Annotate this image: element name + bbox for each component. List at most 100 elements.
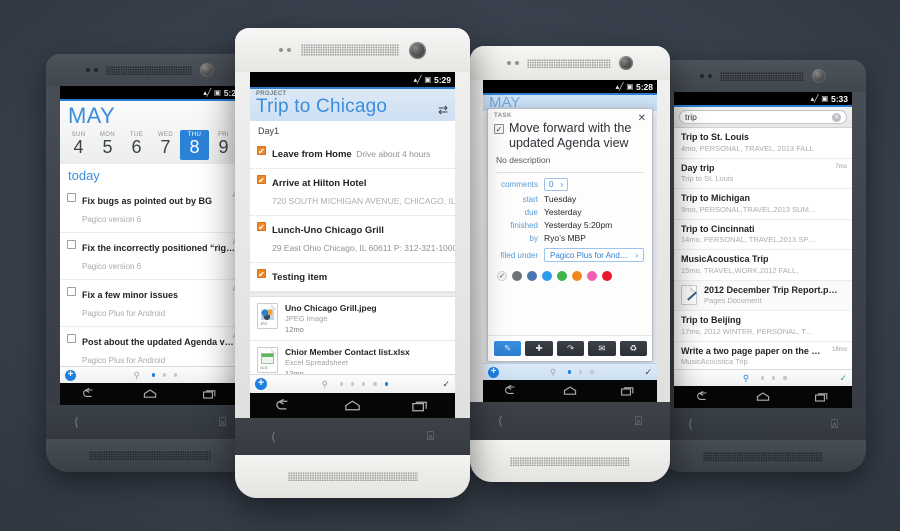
close-icon[interactable]: ✕ (638, 113, 646, 124)
table-row[interactable]: Lunch-Uno Chicago Grill 29 East Ohio Chi… (250, 215, 455, 263)
page-dot[interactable] (151, 373, 156, 377)
day-strip[interactable]: SUN 4 MON 5 TUE 6 WED 7 THU 8 FRI 9 (60, 127, 240, 164)
table-row[interactable]: Arrive at Hilton Hotel 720 SOUTH MICHIGA… (250, 168, 455, 216)
page-dot[interactable] (772, 376, 776, 380)
trash-icon[interactable]: ♻ (619, 341, 648, 356)
page-dot[interactable] (362, 382, 366, 386)
swatch-blue[interactable] (542, 270, 552, 281)
page-dot[interactable] (783, 376, 787, 380)
list-item[interactable]: MusicAcoustica Trip 15mo, TRAVEL,WORK,20… (674, 250, 852, 281)
back-chevron-icon[interactable]: ⟨ (271, 430, 276, 444)
search-value: trip (685, 112, 697, 122)
comments-count-pill[interactable]: 0 › (544, 178, 569, 191)
page-dot[interactable] (384, 382, 388, 386)
page-dot[interactable] (339, 382, 344, 386)
file-row[interactable]: JPG Uno Chicago Grill.jpeg JPEG Image 12… (250, 296, 455, 341)
task-checkbox[interactable] (257, 221, 266, 231)
page-dot[interactable] (761, 376, 765, 380)
list-item[interactable]: Trip to Beijing 17mo, 2012 WINTER, PERSO… (674, 311, 852, 342)
table-row[interactable]: Fix bugs as pointed out by BG Pagico ver… (60, 185, 240, 233)
task-subtitle: Pagico version 6 (82, 261, 142, 271)
recents-icon (412, 401, 428, 411)
task-checkbox[interactable] (257, 145, 266, 155)
result-title: Trip to Michigan (681, 193, 750, 203)
day-cell[interactable]: MON 5 (93, 130, 122, 160)
field-comments[interactable]: comments 0 › (488, 177, 652, 193)
swatch-no-color[interactable]: ✓ (497, 270, 507, 281)
list-item-file[interactable]: 2012 December Trip Report.pages Pages Do… (674, 280, 852, 311)
check-icon[interactable]: ✓ (442, 379, 450, 390)
swatch-green[interactable] (557, 270, 567, 281)
page-dot[interactable] (590, 370, 594, 374)
result-subtitle: 17mo, 2012 WINTER, PERSONAL, T… (681, 326, 814, 336)
task-checkbox[interactable] (67, 333, 76, 343)
home-outline-icon[interactable]: ⍓ (219, 415, 226, 430)
day-cell[interactable]: FRI 9 (209, 130, 238, 160)
list-item[interactable]: Day trip Trip to St. Louis 7mo (674, 158, 852, 189)
page-dot[interactable] (174, 373, 178, 377)
back-chevron-icon[interactable]: ⟨ (498, 414, 503, 428)
list-item[interactable]: Trip to Cincinnati 14mo, PERSONAL, TRAVE… (674, 219, 852, 250)
swatch-red[interactable] (602, 270, 612, 281)
check-icon[interactable]: ✓ (839, 373, 847, 384)
swatch-pink[interactable] (587, 270, 597, 281)
swatch-orange[interactable] (572, 270, 582, 281)
day-cell[interactable]: SUN 4 (64, 130, 93, 160)
add-button[interactable]: + (488, 366, 499, 378)
search-icon[interactable]: ⚲ (134, 370, 140, 381)
search-input[interactable]: trip ✕ (679, 110, 847, 124)
shuffle-icon[interactable]: ⇄ (438, 103, 448, 117)
back-chevron-icon[interactable]: ⟨ (688, 417, 693, 431)
field-by: by Ryo’s MBP (488, 232, 652, 245)
field-value: Ryo’s MBP (544, 233, 586, 243)
page-dot[interactable] (579, 370, 583, 374)
day-cell[interactable]: WED 7 (151, 130, 180, 160)
task-checkbox[interactable] (257, 268, 266, 278)
list-item[interactable]: Trip to St. Louis 4mo, PERSONAL, TRAVEL,… (674, 128, 852, 159)
swatch-steel-blue[interactable] (527, 270, 537, 281)
page-dot[interactable] (568, 370, 572, 374)
task-checkbox[interactable] (67, 286, 76, 296)
task-checkbox[interactable] (67, 239, 76, 249)
field-filed-under[interactable]: filed under Pagico Plus for And… › (488, 247, 652, 264)
day-cell-selected[interactable]: THU 8 (180, 130, 209, 160)
email-icon[interactable]: ✉ (588, 341, 616, 356)
table-row[interactable]: Fix the incorrectly positioned “rig… Pag… (60, 232, 240, 280)
back-chevron-icon[interactable]: ⟨ (74, 415, 79, 429)
add-task-icon[interactable]: ✚ (525, 341, 553, 356)
page-dot[interactable] (163, 373, 167, 377)
clear-icon[interactable]: ✕ (832, 112, 841, 122)
add-button[interactable]: + (65, 369, 76, 381)
color-swatches[interactable]: ✓ (488, 264, 652, 287)
day-number: 4 (73, 137, 84, 157)
search-icon[interactable]: ⚲ (322, 379, 328, 390)
home-outline-icon[interactable]: ⍓ (427, 429, 434, 444)
recents-icon (203, 390, 216, 399)
swatch-gray[interactable] (512, 270, 522, 281)
list-item[interactable]: Write a two page paper on the Bei… Music… (674, 341, 852, 372)
search-icon[interactable]: ⚲ (550, 367, 556, 378)
move-icon[interactable]: ↷ (556, 341, 585, 356)
table-row[interactable]: Testing item (250, 262, 455, 292)
page-dot[interactable] (373, 382, 377, 386)
check-icon[interactable]: ✓ (644, 367, 652, 378)
add-button[interactable]: + (255, 378, 267, 390)
task-checkbox[interactable] (67, 192, 76, 202)
task-detail-dialog: TASK ✕ ✓ Move forward with the updated A… (487, 108, 653, 362)
pages-file-icon (681, 284, 697, 305)
task-checkbox[interactable]: ✓ (494, 124, 504, 134)
home-outline-icon[interactable]: ⍓ (635, 414, 642, 429)
task-title: Arrive at Hilton Hotel (272, 177, 367, 189)
list-item[interactable]: Trip to Michigan 9mo, PERSONAL,TRAVEL,20… (674, 189, 852, 220)
home-outline-icon[interactable]: ⍓ (831, 417, 838, 432)
table-row[interactable]: Leave from Home Drive about 4 hours (250, 139, 455, 169)
table-row[interactable]: Fix a few minor issues Pagico Plus for A… (60, 279, 240, 327)
day-cell[interactable]: TUE 6 (122, 130, 151, 160)
search-icon[interactable]: ⚲ (743, 373, 749, 384)
file-name: Uno Chicago Grill.jpeg (285, 302, 377, 313)
task-checkbox[interactable] (257, 174, 266, 184)
pencil-icon[interactable]: ✎ (494, 341, 522, 356)
status-time: 5:29 (433, 74, 451, 85)
filed-under-pill[interactable]: Pagico Plus for And… › (544, 248, 644, 262)
page-dot[interactable] (351, 382, 355, 386)
